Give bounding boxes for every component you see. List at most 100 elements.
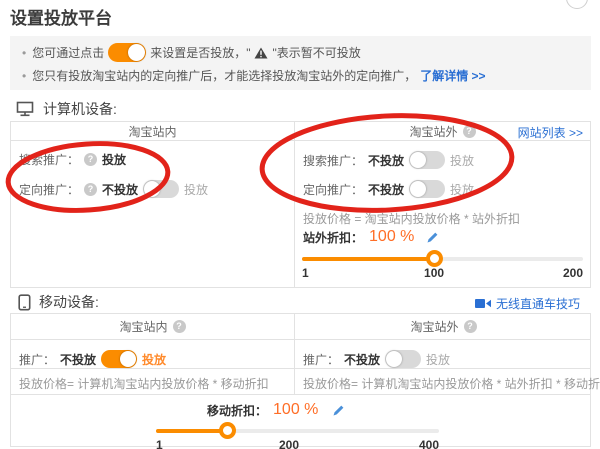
wireless-tips-link[interactable]: 无线直通车技巧	[475, 295, 580, 312]
offsite-discount-line: 站外折扣： 100 %	[303, 228, 439, 246]
edit-pencil-icon[interactable]	[426, 231, 439, 244]
column-divider	[294, 122, 295, 287]
offsite-discount-slider[interactable]	[302, 257, 583, 261]
computer-offsite-search-row: 搜索推广： 不投放 投放	[303, 151, 474, 169]
row-label: 推广：	[19, 351, 55, 368]
state-off-label: 不投放	[102, 181, 138, 198]
example-toggle[interactable]	[108, 43, 146, 62]
mobile-table-header: 淘宝站内 ? 淘宝站外 ?	[11, 314, 590, 340]
site-list-link[interactable]: 网站列表 >>	[518, 124, 583, 141]
toggle-knob	[410, 181, 426, 197]
offsite-header-label: 淘宝站外	[409, 123, 457, 140]
mobile-table: 淘宝站内 ? 淘宝站外 ? 推广： 不投放 投放 推广： 不投放 投放 投放价格…	[10, 313, 591, 447]
offsite-slider-labels: 1 100 200	[302, 266, 583, 280]
computer-table-header: 淘宝站内 淘宝站外 ? 网站列表 >>	[11, 122, 590, 141]
slider-min-label: 1	[156, 438, 163, 449]
notice-text: 来设置是否投放，"	[150, 44, 250, 61]
help-icon[interactable]: ?	[84, 183, 97, 196]
row-label: 搜索推广：	[303, 152, 363, 169]
toggle-knob	[128, 44, 145, 61]
slider-thumb[interactable]	[426, 250, 443, 267]
mobile-onsite-promo-row: 推广： 不投放 投放	[19, 350, 166, 368]
computer-offsite-targeted-row: 定向推广： 不投放 投放	[303, 180, 474, 198]
help-icon[interactable]: ?	[173, 320, 186, 333]
mobile-onsite-formula: 投放价格= 计算机淘宝站内投放价格 * 移动折扣	[19, 375, 269, 392]
state-off-label: 不投放	[368, 152, 404, 169]
state-off-label: 不投放	[60, 351, 96, 368]
mobile-offsite-formula: 投放价格= 计算机淘宝站内投放价格 * 站外折扣 * 移动折扣	[303, 375, 600, 392]
discount-value: 100 %	[369, 228, 414, 246]
learn-more-link[interactable]: 了解详情 >>	[420, 67, 485, 84]
row-border	[11, 394, 590, 395]
mobile-discount-slider[interactable]	[156, 429, 439, 433]
offsite-targeted-toggle[interactable]	[409, 180, 445, 198]
placement-settings-panel: 设置投放平台 • 您可通过点击 来设置是否投放，" "表示暂不可投放 • 您只有…	[0, 0, 600, 449]
partial-corner-button[interactable]	[566, 0, 588, 9]
onsite-header-label: 淘宝站内	[128, 123, 176, 140]
notice-box: • 您可通过点击 来设置是否投放，" "表示暂不可投放 • 您只有投放淘宝站内的…	[10, 36, 591, 90]
slider-min-label: 1	[302, 266, 309, 280]
notice-text: 您只有投放淘宝站内的定向推广后，才能选择投放淘宝站外的定向推广，	[32, 67, 416, 84]
mobile-discount-line: 移动折扣： 100 %	[207, 401, 345, 419]
mobile-onsite-toggle[interactable]	[101, 350, 137, 368]
toggle-knob	[144, 181, 160, 197]
offsite-price-formula: 投放价格 = 淘宝站内投放价格 * 站外折扣	[303, 210, 520, 227]
help-icon[interactable]: ?	[84, 153, 97, 166]
slider-mid-label: 200	[279, 438, 299, 449]
state-on-label: 投放	[142, 351, 166, 368]
row-label: 定向推广：	[303, 181, 363, 198]
state-on-label: 投放	[184, 181, 208, 198]
state-on-label: 投放	[426, 351, 450, 368]
offsite-search-toggle[interactable]	[409, 151, 445, 169]
onsite-header-label: 淘宝站内	[119, 318, 167, 335]
computer-section-title: 计算机设备:	[43, 99, 117, 119]
state-on-label: 投放	[450, 181, 474, 198]
wireless-tips-label: 无线直通车技巧	[496, 295, 580, 312]
row-value: 投放	[102, 151, 126, 168]
bullet-icon: •	[22, 69, 26, 83]
mobile-section-title: 移动设备:	[39, 292, 99, 312]
onsite-column-header: 淘宝站内	[11, 122, 294, 140]
mobile-offsite-toggle[interactable]	[385, 350, 421, 368]
slider-max-label: 400	[419, 438, 439, 449]
discount-label: 站外折扣：	[303, 229, 363, 246]
bullet-icon: •	[22, 46, 26, 60]
toggle-knob	[120, 351, 136, 367]
state-off-label: 不投放	[344, 351, 380, 368]
notice-line-2: • 您只有投放淘宝站内的定向推广后，才能选择投放淘宝站外的定向推广， 了解详情 …	[22, 67, 486, 84]
offsite-header-label: 淘宝站外	[410, 318, 458, 335]
mobile-offsite-promo-row: 推广： 不投放 投放	[303, 350, 450, 368]
mobile-phone-icon	[18, 294, 31, 311]
slider-max-label: 200	[563, 266, 583, 280]
onsite-targeted-toggle[interactable]	[143, 180, 179, 198]
mobile-slider-labels: 1 200 400	[156, 438, 439, 449]
row-label: 搜索推广：	[19, 151, 79, 168]
computer-section-heading: 计算机设备:	[16, 99, 117, 119]
row-label: 推广：	[303, 351, 339, 368]
state-on-label: 投放	[450, 152, 474, 169]
row-border	[11, 368, 590, 369]
warning-icon	[254, 47, 268, 59]
video-camera-icon	[475, 298, 492, 309]
discount-value: 100 %	[273, 401, 318, 419]
notice-text: "表示暂不可投放	[272, 44, 360, 61]
computer-onsite-search-row: 搜索推广： ? 投放	[19, 151, 126, 168]
edit-pencil-icon[interactable]	[332, 404, 345, 417]
offsite-column-header: 淘宝站外 ?	[295, 314, 592, 339]
computer-table: 淘宝站内 淘宝站外 ? 网站列表 >> 搜索推广： ? 投放 定向推广： ? 不…	[10, 121, 591, 288]
slider-mid-label: 100	[424, 266, 444, 280]
discount-label: 移动折扣：	[207, 402, 267, 419]
onsite-column-header: 淘宝站内 ?	[11, 314, 294, 339]
formula-text: 投放价格= 计算机淘宝站内投放价格 * 移动折扣	[19, 375, 269, 392]
slider-fill	[156, 429, 227, 433]
help-icon[interactable]: ?	[464, 320, 477, 333]
page-title: 设置投放平台	[10, 4, 112, 29]
toggle-knob	[410, 152, 426, 168]
state-off-label: 不投放	[368, 181, 404, 198]
slider-fill	[302, 257, 434, 261]
slider-thumb[interactable]	[219, 422, 236, 439]
help-icon[interactable]: ?	[463, 125, 476, 138]
row-label: 定向推广：	[19, 181, 79, 198]
mobile-section-heading: 移动设备:	[18, 292, 99, 312]
computer-icon	[16, 101, 35, 117]
